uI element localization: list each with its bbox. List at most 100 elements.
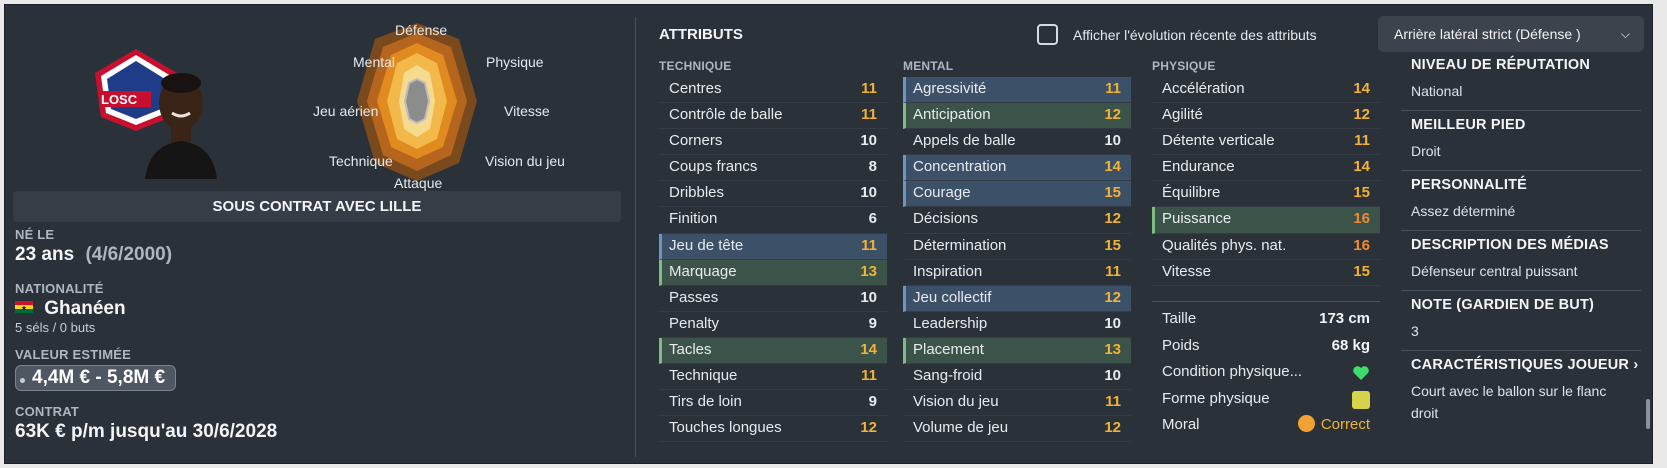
attribute-row[interactable]: Courage 15 <box>903 181 1131 208</box>
attribute-row[interactable]: Volume de jeu 12 <box>903 416 1131 443</box>
attribute-row[interactable]: Centres 11 <box>659 77 887 104</box>
attribute-radar: Défense Physique Vitesse Vision du jeu A… <box>313 15 627 191</box>
height-row: Taille 173 cm <box>1152 306 1380 333</box>
evolution-label: Afficher l'évolution récente des attribu… <box>1073 26 1317 43</box>
attribute-row[interactable]: Tacles 14 <box>659 337 887 365</box>
attribute-value: 12 <box>1104 419 1121 437</box>
attribute-row[interactable]: Corners 10 <box>659 129 887 156</box>
attribute-row[interactable]: Sang-froid 10 <box>903 364 1131 391</box>
condition-label: Condition physique... <box>1162 363 1303 380</box>
attribute-row[interactable]: Dribbles 10 <box>659 181 887 208</box>
attribute-row[interactable]: Endurance 14 <box>1152 155 1380 182</box>
role-select[interactable]: Arrière latéral strict (Défense ) ⌵ <box>1378 16 1644 52</box>
morale-value: Correct <box>1320 416 1370 433</box>
attribute-row[interactable]: Détermination 15 <box>903 234 1131 260</box>
attribute-value: 11 <box>861 80 877 97</box>
condition-row[interactable]: Condition physique... <box>1152 359 1380 386</box>
attribute-row[interactable]: Passes 10 <box>659 286 887 312</box>
contract-bar[interactable]: SOUS CONTRAT AVEC LILLE <box>13 191 621 222</box>
evolution-checkbox[interactable] <box>1037 24 1058 45</box>
traits-item[interactable]: CARACTÉRISTIQUES JOUEUR › Court avec le … <box>1401 351 1641 432</box>
attribute-value: 6 <box>868 210 877 228</box>
attribute-row[interactable]: Équilibre 15 <box>1152 181 1380 208</box>
media-label: DESCRIPTION DES MÉDIAS <box>1411 237 1609 253</box>
attribute-name: Volume de jeu <box>913 419 1009 437</box>
attribute-value: 12 <box>1104 106 1121 124</box>
physical-header: PHYSIQUE <box>1152 59 1216 73</box>
attribute-name: Appels de balle <box>913 132 1016 150</box>
nationality-info: NATIONALITÉ Ghanéen 5 séls / 0 buts <box>15 281 126 335</box>
attribute-name: Agilité <box>1162 106 1203 124</box>
attribute-row[interactable]: Inspiration 11 <box>903 260 1131 286</box>
nationality-label: NATIONALITÉ <box>15 281 104 296</box>
attribute-name: Marquage <box>669 262 737 280</box>
player-photo <box>145 73 217 179</box>
attribute-row[interactable]: Jeu de tête 11 <box>659 233 887 260</box>
attribute-row[interactable]: Appels de balle 10 <box>903 129 1131 156</box>
attribute-name: Détente verticale <box>1162 132 1275 150</box>
attribute-row[interactable]: Technique 11 <box>659 364 887 391</box>
attribute-value: 9 <box>868 393 877 411</box>
attribute-name: Inspiration <box>913 262 983 280</box>
attribute-row[interactable]: Jeu collectif 12 <box>903 285 1131 312</box>
morale-row[interactable]: Moral Correct <box>1152 412 1380 439</box>
attribute-value: 12 <box>1104 288 1121 306</box>
attribute-value: 10 <box>1104 367 1121 385</box>
attribute-row[interactable]: Agressivité 11 <box>903 77 1131 104</box>
birth-date: (4/6/2000) <box>85 244 173 265</box>
nationality-value[interactable]: Ghanéen <box>44 298 125 319</box>
attribute-row[interactable]: Vision du jeu 11 <box>903 390 1131 417</box>
contract-info: CONTRAT 63K € p/m jusqu'au 30/6/2028 <box>15 404 277 443</box>
attribute-name: Anticipation <box>913 106 991 124</box>
scrollbar[interactable] <box>1646 399 1650 429</box>
attribute-value: 15 <box>1104 236 1121 254</box>
form-row[interactable]: Forme physique <box>1152 386 1380 413</box>
attribute-row[interactable]: Touches longues 12 <box>659 416 887 443</box>
attribute-row[interactable]: Placement 13 <box>903 337 1131 365</box>
height-label: Taille <box>1162 310 1197 327</box>
contract-value: 63K € p/m jusqu'au 30/6/2028 <box>15 421 278 442</box>
attribute-name: Qualités phys. nat. <box>1162 236 1287 254</box>
attribute-value: 10 <box>860 184 877 202</box>
attribute-row[interactable]: Agilité 12 <box>1152 103 1380 130</box>
value-pill[interactable]: 4,4M € - 5,8M € <box>15 365 177 391</box>
evolution-toggle[interactable]: Afficher l'évolution récente des attribu… <box>1037 24 1317 45</box>
traits-label[interactable]: CARACTÉRISTIQUES JOUEUR › <box>1411 357 1641 373</box>
attribute-row[interactable]: Coups francs 8 <box>659 155 887 182</box>
attribute-row[interactable]: Penalty 9 <box>659 312 887 338</box>
attribute-name: Leadership <box>913 314 988 332</box>
attribute-row[interactable]: Détente verticale 11 <box>1152 129 1380 156</box>
attribute-row[interactable]: Puissance 16 <box>1152 207 1380 234</box>
attribute-row[interactable]: Leadership 10 <box>903 312 1131 338</box>
attribute-name: Accélération <box>1162 80 1245 97</box>
attribute-row[interactable]: Concentration 14 <box>903 155 1131 182</box>
attribute-row[interactable]: Tirs de loin 9 <box>659 390 887 417</box>
chevron-right-icon: › <box>1633 357 1639 373</box>
attribute-name: Vitesse <box>1162 262 1211 280</box>
physical-column: PHYSIQUE Accélération 14 Agilité 12 Détente … <box>1152 59 1380 286</box>
attribute-row[interactable]: Finition 6 <box>659 207 887 234</box>
attribute-row[interactable]: Contrôle de balle 11 <box>659 103 887 130</box>
attribute-value: 15 <box>1104 184 1121 202</box>
attribute-name: Coups francs <box>669 158 758 176</box>
reputation-value: National <box>1411 83 1463 99</box>
reputation-label: NIVEAU DE RÉPUTATION <box>1411 57 1591 73</box>
foot-label: MEILLEUR PIED <box>1411 117 1526 133</box>
player-overview: LOSC Défense Physique Vitesse Vision du … <box>5 5 635 463</box>
radar-label-technique: Technique <box>329 153 393 169</box>
personality-label: PERSONNALITÉ <box>1411 177 1527 193</box>
attribute-name: Passes <box>669 288 719 306</box>
attribute-row[interactable]: Anticipation 12 <box>903 103 1131 130</box>
attribute-row[interactable]: Qualités phys. nat. 16 <box>1152 234 1380 260</box>
birth-label: NÉ LE <box>15 227 55 242</box>
attribute-value: 14 <box>860 340 877 358</box>
form-label: Forme physique <box>1162 389 1270 407</box>
attribute-value: 10 <box>1104 132 1121 150</box>
attribute-row[interactable]: Marquage 13 <box>659 259 887 286</box>
attribute-name: Puissance <box>1162 210 1232 228</box>
attributes-title: ATTRIBUTS <box>659 26 743 43</box>
attribute-name: Touches longues <box>669 419 782 437</box>
attribute-row[interactable]: Décisions 12 <box>903 207 1131 234</box>
attribute-row[interactable]: Accélération 14 <box>1152 77 1380 104</box>
attribute-row[interactable]: Vitesse 15 <box>1152 260 1380 286</box>
